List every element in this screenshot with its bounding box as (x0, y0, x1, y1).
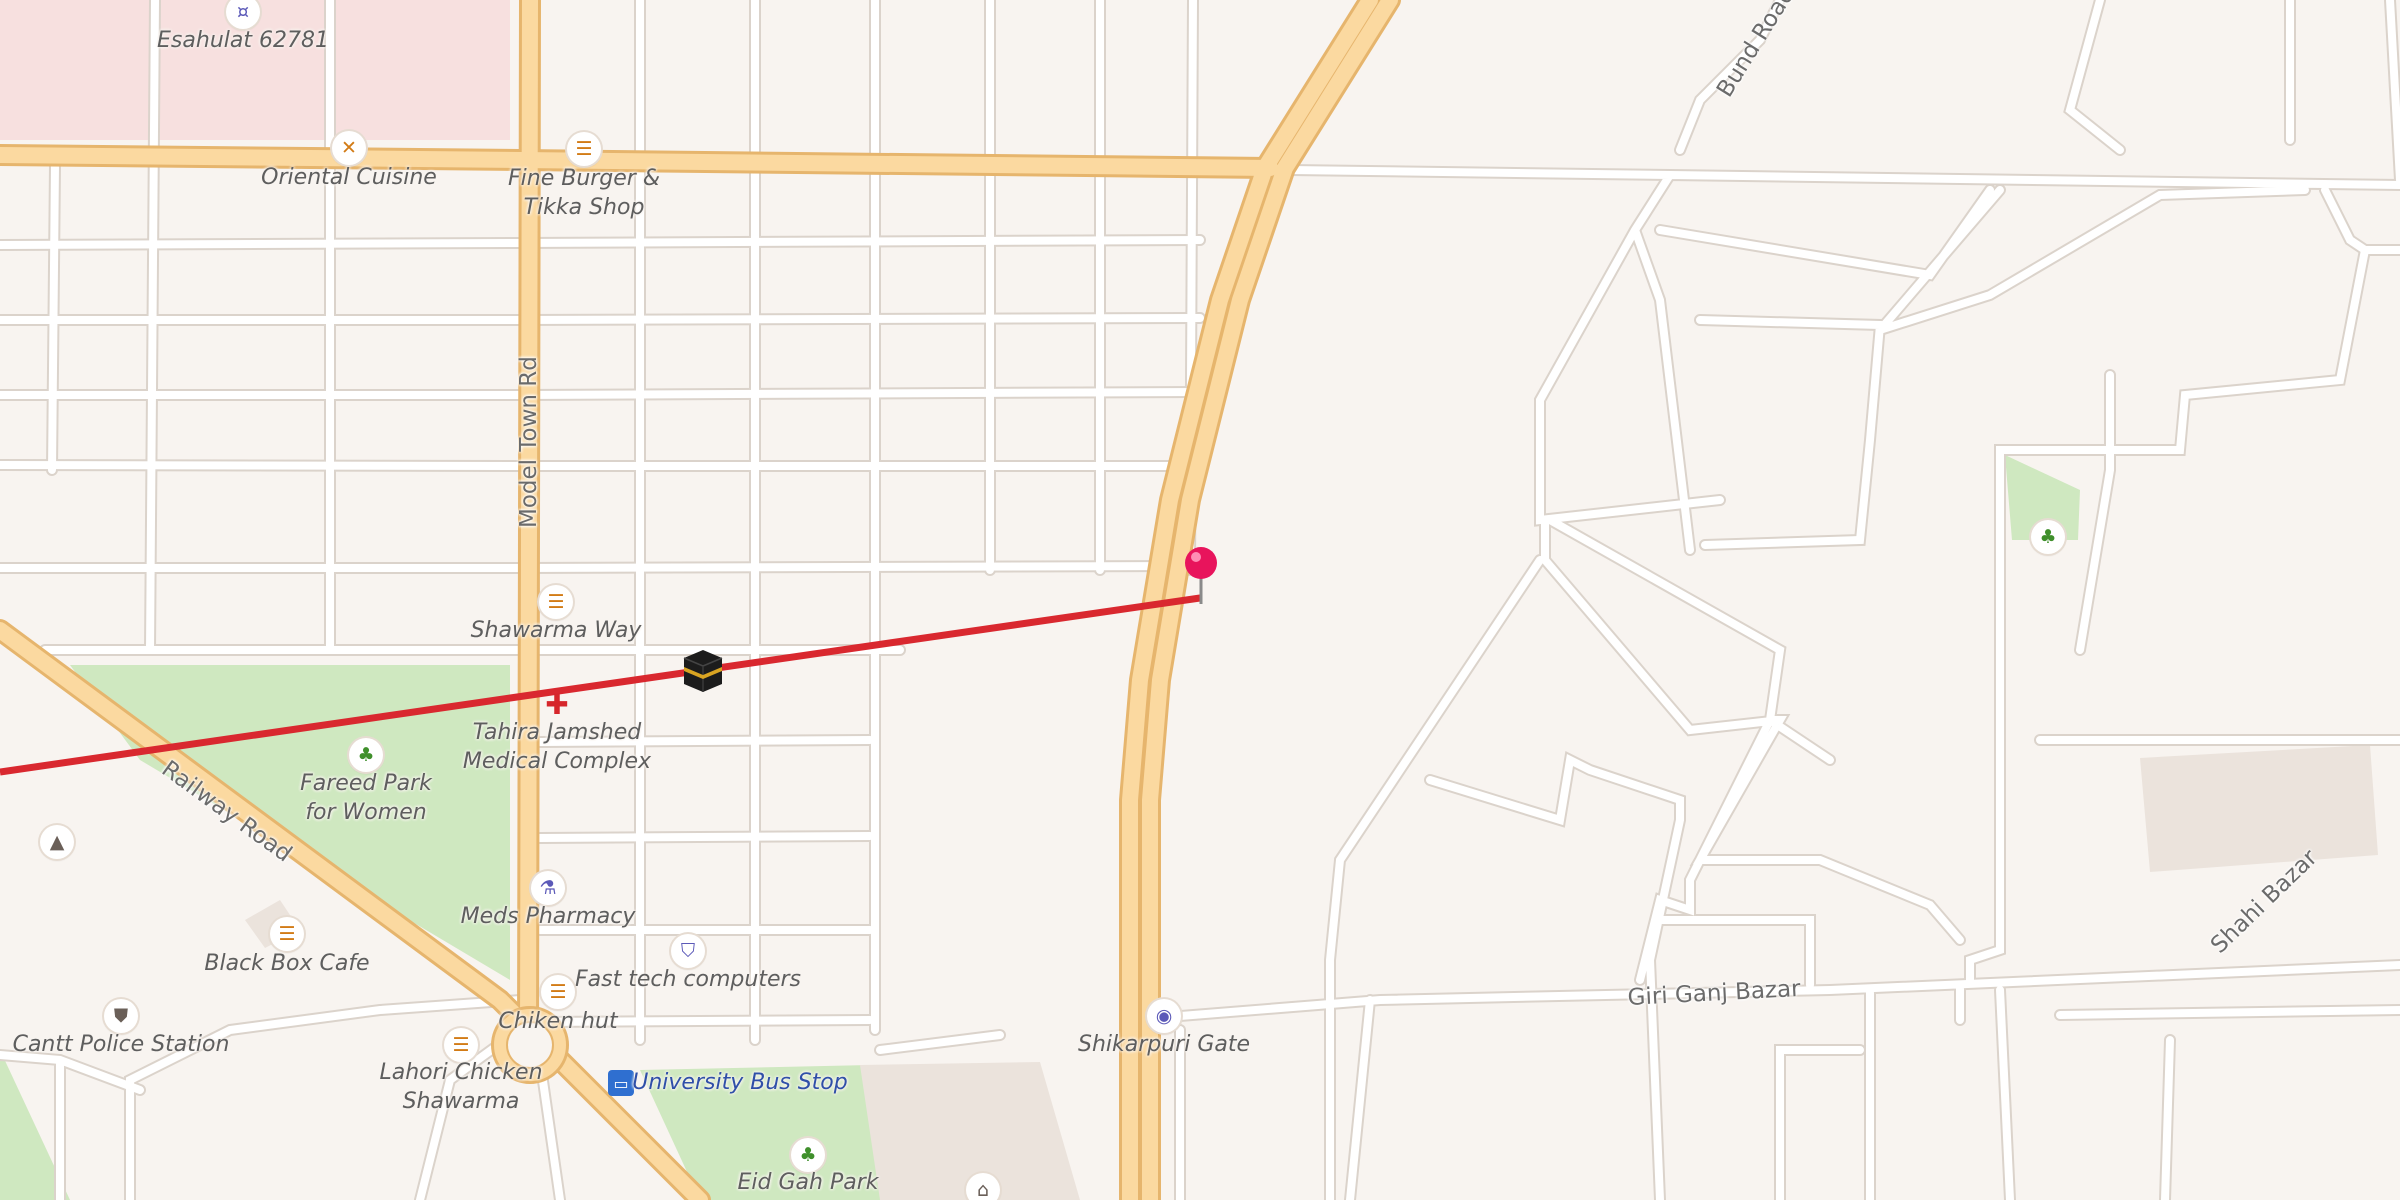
poi-label-lahori-chicken: Lahori Chicken Shawarma (379, 1060, 543, 1114)
hospital-icon[interactable]: ✚ (540, 688, 574, 722)
poi-label-fine-burger: Fine Burger & Tikka Shop (507, 166, 661, 220)
poi-label-chiken-hut: Chiken hut (498, 1009, 618, 1034)
park-icon[interactable]: ♣ (2031, 520, 2065, 554)
pharmacy-icon[interactable]: ⚗ (531, 871, 565, 905)
school-icon[interactable]: ▲ (40, 825, 74, 859)
poi-label-fareed-park: Fareed Park for Women (300, 771, 432, 825)
park-icon[interactable]: ♣ (791, 1138, 825, 1172)
fast-food-icon[interactable]: ☰ (567, 132, 601, 166)
poi-label-eid-gah-park: Eid Gah Park (737, 1170, 879, 1195)
park-icon[interactable]: ♣ (349, 738, 383, 772)
poi-label-oriental-cuisine: Oriental Cuisine (261, 165, 437, 190)
poi-label-cantt-police: Cantt Police Station (12, 1032, 230, 1057)
restaurant-icon[interactable]: ✕ (332, 131, 366, 165)
camera-icon[interactable]: ◉ (1147, 999, 1181, 1033)
poi-label-black-box-cafe: Black Box Cafe (204, 951, 370, 976)
poi-label-fast-tech: Fast tech computers (575, 967, 801, 992)
poi-label-tahira-jamshed: Tahira Jamshed Medical Complex (462, 720, 652, 774)
map-pin-icon[interactable] (1183, 546, 1219, 606)
poi-label-shawarma-way: Shawarma Way (470, 618, 642, 643)
fast-food-icon[interactable]: ☰ (539, 585, 573, 619)
bus-stop-icon[interactable]: ▭ (608, 1070, 634, 1096)
fast-food-icon[interactable]: ☰ (270, 917, 304, 951)
mosque-icon[interactable]: ⌂ (966, 1173, 1000, 1200)
police-icon[interactable]: ⛊ (104, 999, 138, 1033)
road-label-model-town: Model Town Rd (516, 356, 542, 528)
building-large (2140, 745, 2378, 872)
shop-icon[interactable]: ⛉ (671, 934, 705, 968)
poi-label-meds-pharmacy: Meds Pharmacy (460, 904, 636, 929)
fast-food-icon[interactable]: ☰ (541, 975, 575, 1009)
poi-label-university-bus-stop: University Bus Stop (632, 1070, 848, 1095)
map-canvas[interactable]: Model Town Rd Railway Road Bund Road Gir… (0, 0, 2400, 1200)
fast-food-icon[interactable]: ☰ (444, 1028, 478, 1062)
poi-label-esahulat: Esahulat 62781 (157, 28, 329, 53)
kaaba-icon[interactable] (676, 642, 730, 696)
poi-label-shikarpuri-gate: Shikarpuri Gate (1077, 1032, 1251, 1057)
